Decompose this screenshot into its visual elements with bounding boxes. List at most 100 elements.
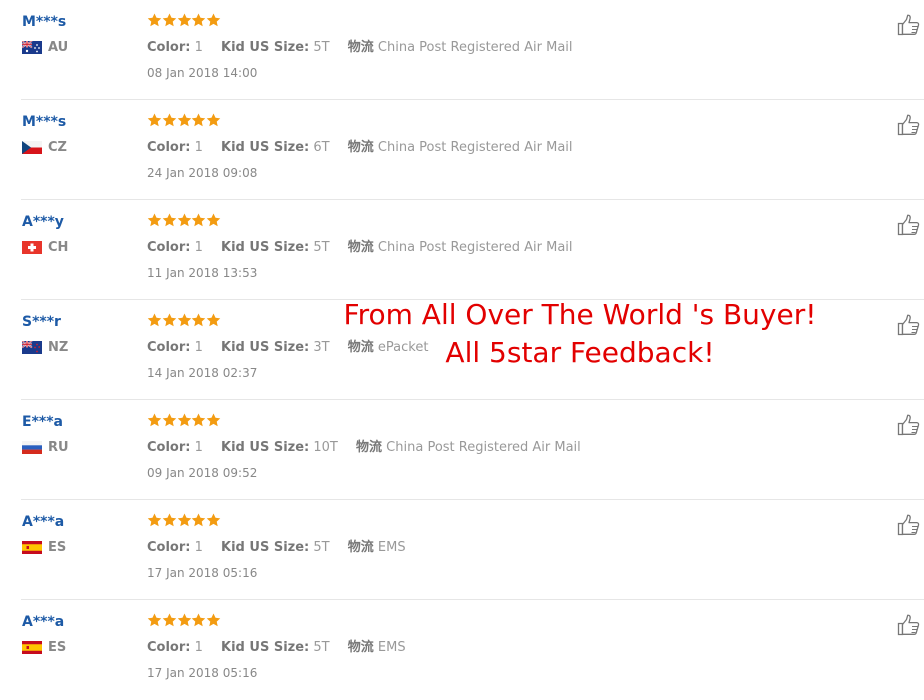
au-flag-icon	[22, 41, 42, 54]
buyer-info: M***s AU	[22, 14, 68, 55]
color-value: 1	[194, 340, 203, 355]
color-value: 1	[194, 40, 203, 55]
star-icon	[162, 213, 177, 227]
feedback-row: E***a RU Color: 1 Kid US Size: 10T 物流 Ch…	[0, 400, 924, 500]
promo-line-1: From All Over The World 's Buyer!	[343, 298, 817, 331]
star-icon	[147, 13, 162, 27]
color-value: 1	[194, 440, 203, 455]
thumbs-up-icon[interactable]	[897, 214, 921, 236]
shipping-value: EMS	[377, 540, 406, 555]
star-icon	[177, 213, 192, 227]
size-value: 5T	[313, 240, 330, 255]
star-icon	[162, 413, 177, 427]
buyer-country: CH	[22, 240, 68, 255]
buyer-info: E***a RU	[22, 414, 69, 455]
star-rating	[147, 413, 221, 429]
star-icon	[191, 413, 206, 427]
promo-line-2: All 5star Feedback!	[445, 336, 715, 369]
buyer-country: ES	[22, 640, 66, 655]
buyer-name[interactable]: A***a	[22, 514, 66, 530]
star-icon	[206, 413, 221, 427]
size-label: Kid US Size:	[221, 340, 310, 355]
buyer-info: A***y CH	[22, 214, 68, 255]
thumbs-up-icon[interactable]	[897, 514, 921, 536]
star-icon	[162, 113, 177, 127]
size-label: Kid US Size:	[221, 240, 310, 255]
star-icon	[177, 613, 192, 627]
es-flag-icon	[22, 541, 42, 554]
color-label: Color:	[147, 140, 191, 155]
buyer-name[interactable]: M***s	[22, 14, 68, 30]
color-value: 1	[194, 640, 203, 655]
shipping-label: 物流	[347, 140, 374, 155]
shipping-value: China Post Registered Air Mail	[377, 240, 573, 255]
color-label: Color:	[147, 40, 191, 55]
shipping-label: 物流	[347, 640, 374, 655]
buyer-name[interactable]: A***y	[22, 214, 68, 230]
shipping-value: China Post Registered Air Mail	[377, 140, 573, 155]
size-label: Kid US Size:	[221, 440, 310, 455]
feedback-date: 08 Jan 2018 14:00	[147, 66, 258, 80]
thumbs-up-icon[interactable]	[897, 314, 921, 336]
star-icon	[191, 513, 206, 527]
country-code: CH	[48, 240, 69, 255]
buyer-name[interactable]: S***r	[22, 314, 68, 330]
ch-flag-icon	[22, 241, 42, 254]
thumbs-up-icon[interactable]	[897, 114, 921, 136]
feedback-row: A***a ES Color: 1 Kid US Size: 5T 物流 EMS…	[0, 500, 924, 600]
star-icon	[206, 13, 221, 27]
color-label: Color:	[147, 540, 191, 555]
size-label: Kid US Size:	[221, 40, 310, 55]
buyer-name[interactable]: E***a	[22, 414, 69, 430]
size-label: Kid US Size:	[221, 540, 310, 555]
color-label: Color:	[147, 440, 191, 455]
star-icon	[162, 613, 177, 627]
star-icon	[162, 313, 177, 327]
buyer-info: A***a ES	[22, 514, 66, 555]
feedback-row: A***a ES Color: 1 Kid US Size: 5T 物流 EMS…	[0, 600, 924, 700]
star-icon	[206, 513, 221, 527]
buyer-country: CZ	[22, 140, 67, 155]
country-code: CZ	[48, 140, 67, 155]
buyer-info: S***r NZ	[22, 314, 68, 355]
star-icon	[147, 613, 162, 627]
star-rating	[147, 13, 221, 29]
buyer-name[interactable]: A***a	[22, 614, 66, 630]
nz-flag-icon	[22, 341, 42, 354]
feedback-date: 14 Jan 2018 02:37	[147, 366, 258, 380]
star-icon	[206, 613, 221, 627]
feedback-row: A***y CH Color: 1 Kid US Size: 5T 物流 Chi…	[0, 200, 924, 300]
star-icon	[147, 113, 162, 127]
size-value: 5T	[313, 540, 330, 555]
size-value: 5T	[313, 40, 330, 55]
star-icon	[177, 313, 192, 327]
feedback-date: 17 Jan 2018 05:16	[147, 666, 258, 680]
feedback-row: M***s CZ Color: 1 Kid US Size: 6T 物流 Chi…	[0, 100, 924, 200]
buyer-name[interactable]: M***s	[22, 114, 67, 130]
thumbs-up-icon[interactable]	[897, 14, 921, 36]
star-icon	[206, 213, 221, 227]
buyer-info: A***a ES	[22, 614, 66, 655]
thumbs-up-icon[interactable]	[897, 614, 921, 636]
buyer-country: NZ	[22, 340, 68, 355]
star-icon	[191, 213, 206, 227]
star-icon	[162, 513, 177, 527]
cz-flag-icon	[22, 141, 42, 154]
color-value: 1	[194, 140, 203, 155]
es-flag-icon	[22, 641, 42, 654]
color-value: 1	[194, 540, 203, 555]
star-icon	[191, 313, 206, 327]
country-code: ES	[48, 540, 67, 555]
feedback-date: 24 Jan 2018 09:08	[147, 166, 258, 180]
star-icon	[191, 613, 206, 627]
star-icon	[147, 513, 162, 527]
thumbs-up-icon[interactable]	[897, 414, 921, 436]
star-icon	[147, 413, 162, 427]
color-value: 1	[194, 240, 203, 255]
color-label: Color:	[147, 640, 191, 655]
size-value: 10T	[313, 440, 338, 455]
star-icon	[191, 13, 206, 27]
shipping-label: 物流	[347, 540, 374, 555]
star-rating	[147, 613, 221, 629]
country-code: ES	[48, 640, 67, 655]
